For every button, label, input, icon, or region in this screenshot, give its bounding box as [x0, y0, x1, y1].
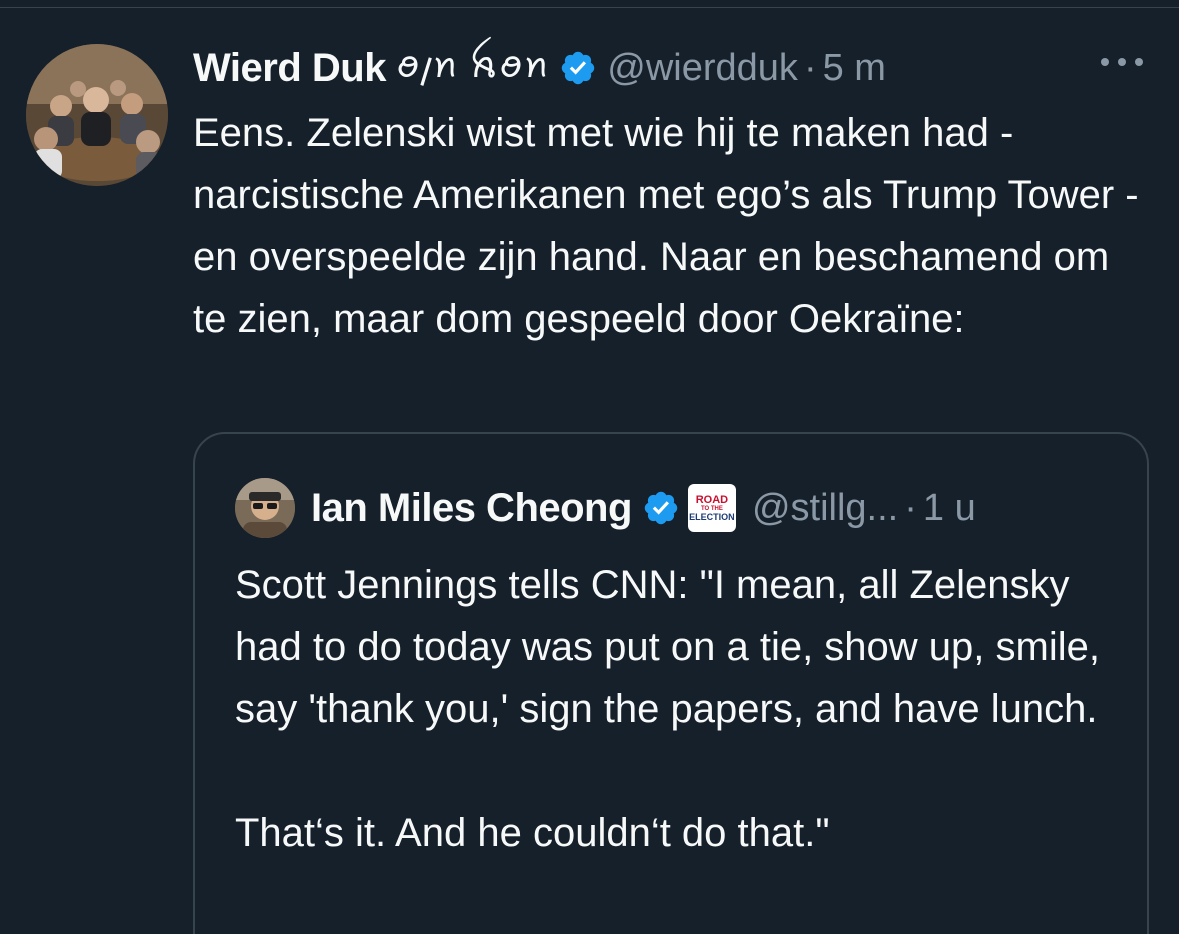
tweet-time[interactable]: 5 m	[823, 47, 886, 90]
author-avatar[interactable]	[26, 44, 168, 186]
quote-verified-badge-icon	[644, 491, 678, 525]
quote-header: Ian Miles Cheong ROAD TO THE ELECTION @s…	[235, 478, 1115, 538]
author-name[interactable]: Wierd Duk	[193, 46, 386, 91]
quote-separator-dot: ·	[904, 486, 917, 529]
quote-author-name[interactable]: Ian Miles Cheong	[311, 486, 632, 531]
separator-dot: ·	[803, 46, 817, 89]
badge-line-1: ROAD	[695, 493, 729, 506]
quote-author-avatar[interactable]	[235, 478, 295, 538]
verified-badge-icon	[562, 51, 595, 85]
top-divider	[0, 7, 1179, 8]
tweet-header: Wierd Duk ꪮ𐑢ꪀ ꫝꪮꪀ @wierdduk · 5 m	[193, 40, 1153, 96]
road-to-election-badge-icon: ROAD TO THE ELECTION	[687, 484, 736, 532]
quote-avatar-image	[235, 478, 295, 538]
author-name-glyphs: ꪮ𐑢ꪀ ꫝꪮꪀ	[395, 44, 550, 86]
avatar-image	[26, 44, 168, 186]
author-handle[interactable]: @wierdduk	[607, 47, 798, 90]
quote-author-handle[interactable]: @stillg...	[752, 487, 898, 530]
badge-line-3: ELECTION	[689, 511, 735, 522]
more-dots-icon[interactable]	[1099, 52, 1145, 72]
tweet-text: Eens. Zelenski wist met wie hij te maken…	[193, 111, 1150, 341]
quote-text: Scott Jennings tells CNN: "I mean, all Z…	[235, 563, 1100, 855]
quote-tweet-card[interactable]: Ian Miles Cheong ROAD TO THE ELECTION @s…	[193, 432, 1149, 934]
quote-time[interactable]: 1 u	[923, 487, 976, 530]
